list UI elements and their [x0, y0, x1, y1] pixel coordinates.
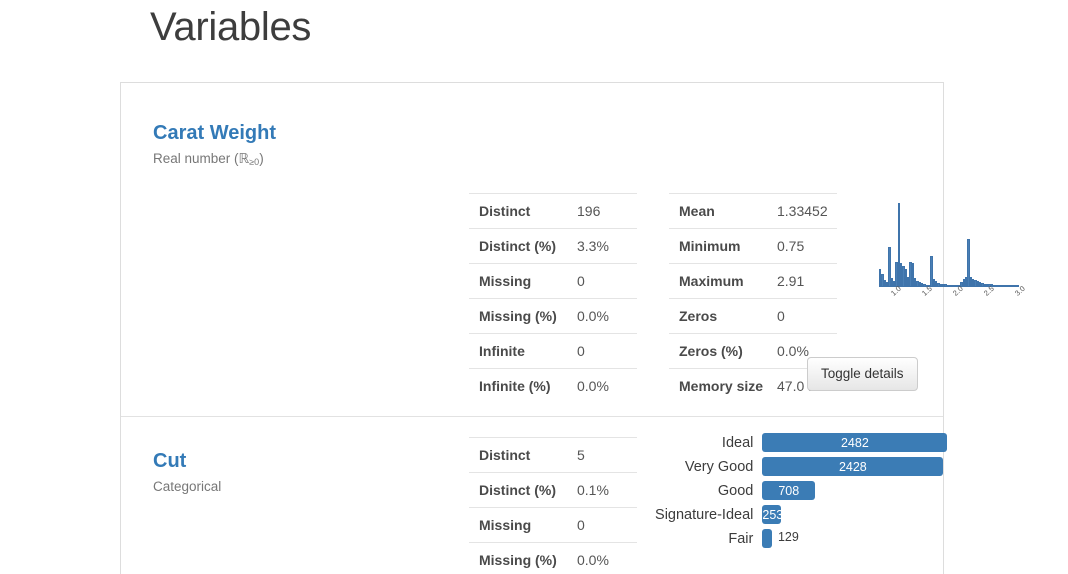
stat-label: Missing (%): [479, 552, 557, 568]
table-row: Missing (%) 0.0%: [469, 542, 637, 574]
category-bar[interactable]: [762, 529, 772, 548]
stat-label: Missing: [479, 273, 532, 289]
table-row: Missing (%) 0.0%: [469, 298, 637, 334]
stat-label: Infinite (%): [479, 378, 551, 394]
category-label: Signature-Ideal: [655, 507, 754, 523]
variable-name-link-cut[interactable]: Cut: [153, 449, 186, 473]
stat-value: 0.0%: [577, 308, 609, 324]
table-row: Distinct 5: [469, 437, 637, 473]
category-value-label: 253: [762, 507, 782, 522]
stat-value: 196: [577, 203, 601, 219]
stat-label: Distinct: [479, 203, 531, 219]
category-bar-row: Ideal 2482: [651, 431, 948, 455]
page-root: Variables Carat Weight Real number (ℝ≥0)…: [0, 0, 1068, 574]
table-row: Distinct (%) 3.3%: [469, 228, 637, 264]
variable-name-link-carat-weight[interactable]: Carat Weight: [153, 121, 276, 145]
stat-value: 0.0%: [577, 552, 609, 568]
category-bar-row: Signature-Ideal 253: [651, 503, 933, 527]
category-bar-row: Very Good 2428: [651, 455, 944, 479]
variable-header-cut: Cut Categorical: [153, 449, 343, 497]
category-bar[interactable]: 708: [762, 481, 816, 500]
category-value-label: 129: [777, 530, 799, 544]
category-value-label: 2428: [838, 459, 867, 474]
stat-value: 2.91: [777, 273, 805, 289]
stat-value: 0: [577, 517, 585, 533]
stat-value: 5: [577, 447, 585, 463]
category-bar-track: 708: [762, 479, 933, 503]
table-row: Zeros 0: [669, 298, 837, 334]
category-bar-track: 129: [762, 527, 933, 551]
stat-value: 3.3%: [577, 238, 609, 254]
variables-panel: Carat Weight Real number (ℝ≥0) Distinct …: [120, 82, 1027, 574]
variable-header-carat-weight: Carat Weight Real number (ℝ≥0): [153, 121, 343, 170]
category-label: Ideal: [721, 435, 754, 451]
stat-label: Memory size: [679, 378, 764, 394]
table-row: Maximum 2.91: [669, 263, 837, 299]
table-row: Mean 1.33452: [669, 193, 837, 229]
table-row: Infinite (%) 0.0%: [469, 368, 637, 404]
category-bar[interactable]: 253: [762, 505, 782, 524]
variable-section-carat-weight: Carat Weight Real number (ℝ≥0) Distinct …: [121, 83, 1027, 417]
category-label: Fair: [728, 531, 754, 547]
stat-value: 0: [777, 308, 785, 324]
stat-value: 0.75: [777, 238, 805, 254]
stat-label: Distinct (%): [479, 482, 556, 498]
category-bar-track: 2482: [762, 431, 948, 455]
category-bar-track: 2428: [762, 455, 944, 479]
stat-label: Zeros (%): [679, 343, 743, 359]
stat-label: Mean: [679, 203, 715, 219]
stat-label: Distinct: [479, 447, 531, 463]
stat-value: 0: [577, 343, 585, 359]
stat-label: Infinite: [479, 343, 525, 359]
variable-type-cut: Categorical: [153, 479, 222, 494]
category-value-label: 708: [778, 483, 800, 498]
histogram-tick-labels: 1.0 1.5 2.0 2.5 3.0: [879, 284, 1031, 315]
stat-value: 0.1%: [577, 482, 609, 498]
variable-type-prefix: Real number (ℝ: [153, 151, 250, 166]
carat-weight-histogram: 1.0 1.5 2.0 2.5 3.0: [861, 195, 1041, 315]
table-row: Distinct 196: [469, 193, 637, 229]
page-title: Variables: [150, 5, 312, 49]
variable-type-carat-weight: Real number (ℝ≥0): [153, 149, 343, 170]
stat-label: Missing (%): [479, 308, 557, 324]
table-row: Minimum 0.75: [669, 228, 837, 264]
stat-label: Maximum: [679, 273, 744, 289]
cut-category-chart: Ideal 2482 Very Good 2428 Good 708 Signature-I…: [651, 431, 948, 551]
category-value-label: 2482: [840, 435, 869, 450]
stat-label: Zeros: [679, 308, 718, 324]
stat-value: 0: [577, 273, 585, 289]
stat-label: Distinct (%): [479, 238, 556, 254]
table-row: Missing 0: [469, 507, 637, 543]
variable-type-subscript: ≥0: [249, 157, 260, 167]
table-row: Distinct (%) 0.1%: [469, 472, 637, 508]
toggle-details-button[interactable]: Toggle details: [807, 357, 918, 391]
category-bar-track: 253: [762, 503, 933, 527]
stats-table-carat-left: Distinct 196 Distinct (%) 3.3% Missing 0…: [469, 193, 637, 403]
variable-section-cut: Cut Categorical Distinct 5 Distinct (%) …: [121, 417, 948, 574]
table-row: Missing 0: [469, 263, 637, 299]
stats-table-cut: Distinct 5 Distinct (%) 0.1% Missing 0 M…: [469, 437, 637, 574]
category-bar-row: Good 708: [651, 479, 933, 503]
category-bar-row: Fair 129: [651, 527, 933, 551]
category-bar[interactable]: 2428: [762, 457, 944, 476]
stat-value: 0.0%: [577, 378, 609, 394]
stat-label: Missing: [479, 517, 532, 533]
stat-label: Minimum: [679, 238, 741, 254]
table-row: Infinite 0: [469, 333, 637, 369]
category-label: Good: [717, 483, 754, 499]
category-bar[interactable]: 2482: [762, 433, 948, 452]
stat-value: 1.33452: [777, 203, 828, 219]
histogram-bars: [879, 203, 1019, 287]
variable-type-suffix: ): [259, 151, 264, 166]
category-label: Very Good: [684, 459, 754, 475]
